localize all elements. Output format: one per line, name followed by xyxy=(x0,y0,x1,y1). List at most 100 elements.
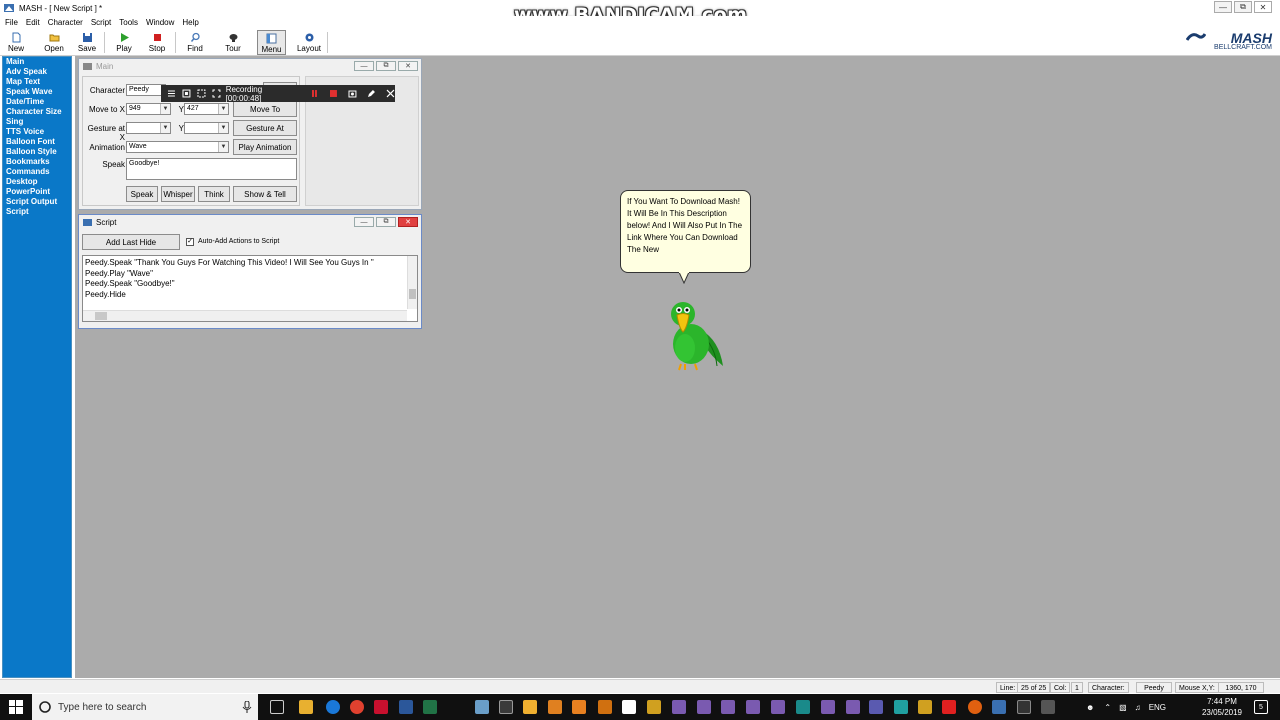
chevron-down-icon[interactable]: ▼ xyxy=(218,123,228,133)
app-icon[interactable] xyxy=(523,700,537,714)
layout-button[interactable]: Layout xyxy=(295,30,323,55)
find-button[interactable]: Find xyxy=(182,30,208,55)
main-close-button[interactable]: ✕ xyxy=(398,61,418,71)
notification-center-button[interactable]: 5 xyxy=(1254,700,1268,714)
menu-file[interactable]: File xyxy=(5,18,18,27)
sidebar-item-date-time[interactable]: Date/Time xyxy=(3,97,71,107)
menu-window[interactable]: Window xyxy=(146,18,174,27)
network-icon[interactable]: ▧ xyxy=(1119,703,1127,712)
sidebar-item-map-text[interactable]: Map Text xyxy=(3,77,71,87)
word-icon[interactable] xyxy=(399,700,413,714)
pause-icon[interactable] xyxy=(310,89,319,98)
script-minimize-button[interactable]: — xyxy=(354,217,374,227)
whisper-button[interactable]: Whisper xyxy=(161,186,195,202)
chevron-down-icon[interactable]: ▼ xyxy=(218,142,228,152)
fullscreen-icon[interactable] xyxy=(212,89,221,98)
sidebar-item-powerpoint[interactable]: PowerPoint xyxy=(3,187,71,197)
select-area-icon[interactable] xyxy=(197,89,206,98)
main-minimize-button[interactable]: — xyxy=(354,61,374,71)
close-button[interactable]: ✕ xyxy=(1254,1,1272,13)
task-view-icon[interactable] xyxy=(270,700,284,714)
chrome-browser-icon[interactable] xyxy=(350,700,364,714)
vertical-scroll-thumb[interactable] xyxy=(409,289,416,299)
vegas-icon[interactable] xyxy=(622,700,636,714)
sidebar-item-character-size[interactable]: Character Size xyxy=(3,107,71,117)
app-icon[interactable] xyxy=(746,700,760,714)
file-explorer-icon[interactable] xyxy=(299,700,313,714)
app-icon[interactable] xyxy=(968,700,982,714)
app-icon[interactable] xyxy=(771,700,785,714)
script-restore-button[interactable]: ⧉ xyxy=(376,217,396,227)
tour-button[interactable]: Tour xyxy=(220,30,246,55)
new-button[interactable]: New xyxy=(3,30,29,55)
think-button[interactable]: Think xyxy=(198,186,230,202)
play-animation-button[interactable]: Play Animation xyxy=(233,139,297,155)
hamburger-icon[interactable] xyxy=(167,89,176,98)
sidebar-item-main[interactable]: Main xyxy=(3,57,71,67)
stop-button[interactable]: Stop xyxy=(144,30,170,55)
app-icon[interactable] xyxy=(1041,700,1055,714)
save-button[interactable]: Save xyxy=(74,30,100,55)
app-icon[interactable] xyxy=(894,700,908,714)
sidebar-item-desktop[interactable]: Desktop xyxy=(3,177,71,187)
main-restore-button[interactable]: ⧉ xyxy=(376,61,396,71)
camera-icon[interactable] xyxy=(348,89,357,98)
script-editor[interactable]: Peedy.Speak "Thank You Guys For Watching… xyxy=(82,255,418,322)
maximize-button[interactable]: ⧉ xyxy=(1234,1,1252,13)
chevron-up-icon[interactable]: ⌃ xyxy=(1104,703,1111,712)
sidebar-item-tts-voice[interactable]: TTS Voice xyxy=(3,127,71,137)
filezilla-icon[interactable] xyxy=(374,700,388,714)
app-icon[interactable] xyxy=(796,700,810,714)
app-icon[interactable] xyxy=(697,700,711,714)
auto-add-checkbox[interactable]: ✓ xyxy=(186,238,194,246)
app-icon[interactable] xyxy=(475,700,489,714)
sidebar-item-commands[interactable]: Commands xyxy=(3,167,71,177)
minimize-button[interactable]: — xyxy=(1214,1,1232,13)
sidebar-item-bookmarks[interactable]: Bookmarks xyxy=(3,157,71,167)
horizontal-scrollbar[interactable] xyxy=(83,310,407,321)
app-icon[interactable] xyxy=(821,700,835,714)
sidebar-item-balloon-style[interactable]: Balloon Style xyxy=(3,147,71,157)
app-icon[interactable] xyxy=(846,700,860,714)
gesture-at-button[interactable]: Gesture At xyxy=(233,120,297,136)
youtube-icon[interactable] xyxy=(942,700,956,714)
start-button[interactable] xyxy=(0,694,32,720)
add-last-button[interactable]: Add Last Hide xyxy=(82,234,180,250)
move-to-button[interactable]: Move To xyxy=(233,101,297,117)
gesture-y-field[interactable]: ▼ xyxy=(184,122,229,134)
stop-recording-icon[interactable] xyxy=(329,89,338,98)
close-icon[interactable] xyxy=(386,89,395,98)
sidebar-item-speak-wave[interactable]: Speak Wave xyxy=(3,87,71,97)
menu-edit[interactable]: Edit xyxy=(26,18,40,27)
volume-icon[interactable]: ♫ xyxy=(1135,703,1141,712)
window-mode-icon[interactable] xyxy=(182,89,191,98)
taskbar-clock[interactable]: 7:44 PM 23/05/2019 xyxy=(1202,696,1242,718)
menu-toggle-button[interactable]: Menu xyxy=(257,30,286,55)
vertical-scrollbar[interactable] xyxy=(407,256,417,309)
chevron-down-icon[interactable]: ▼ xyxy=(160,123,170,133)
move-to-y-field[interactable]: 427 ▼ xyxy=(184,103,229,115)
people-icon[interactable]: ☻ xyxy=(1086,703,1094,712)
sidebar-item-adv-speak[interactable]: Adv Speak xyxy=(3,67,71,77)
menu-help[interactable]: Help xyxy=(182,18,198,27)
sidebar-item-balloon-font[interactable]: Balloon Font xyxy=(3,137,71,147)
chevron-down-icon[interactable]: ▼ xyxy=(218,104,228,114)
app-icon[interactable] xyxy=(1017,700,1031,714)
speak-button[interactable]: Speak xyxy=(126,186,158,202)
language-indicator[interactable]: ENG xyxy=(1149,703,1166,712)
microphone-icon[interactable] xyxy=(242,701,252,713)
app-icon[interactable] xyxy=(499,700,513,714)
show-tell-button[interactable]: Show & Tell xyxy=(233,186,297,202)
excel-icon[interactable] xyxy=(423,700,437,714)
gesture-x-field[interactable]: ▼ xyxy=(126,122,171,134)
sidebar-item-sing[interactable]: Sing xyxy=(3,117,71,127)
speak-textarea[interactable]: Goodbye! xyxy=(126,158,297,180)
menu-character[interactable]: Character xyxy=(48,18,83,27)
app-icon[interactable] xyxy=(647,700,661,714)
taskbar-search[interactable]: Type here to search xyxy=(32,694,258,720)
app-icon[interactable] xyxy=(918,700,932,714)
sidebar-item-script-output[interactable]: Script Output xyxy=(3,197,71,207)
app-icon[interactable] xyxy=(721,700,735,714)
horizontal-scroll-thumb[interactable] xyxy=(95,312,107,320)
app-icon[interactable] xyxy=(869,700,883,714)
